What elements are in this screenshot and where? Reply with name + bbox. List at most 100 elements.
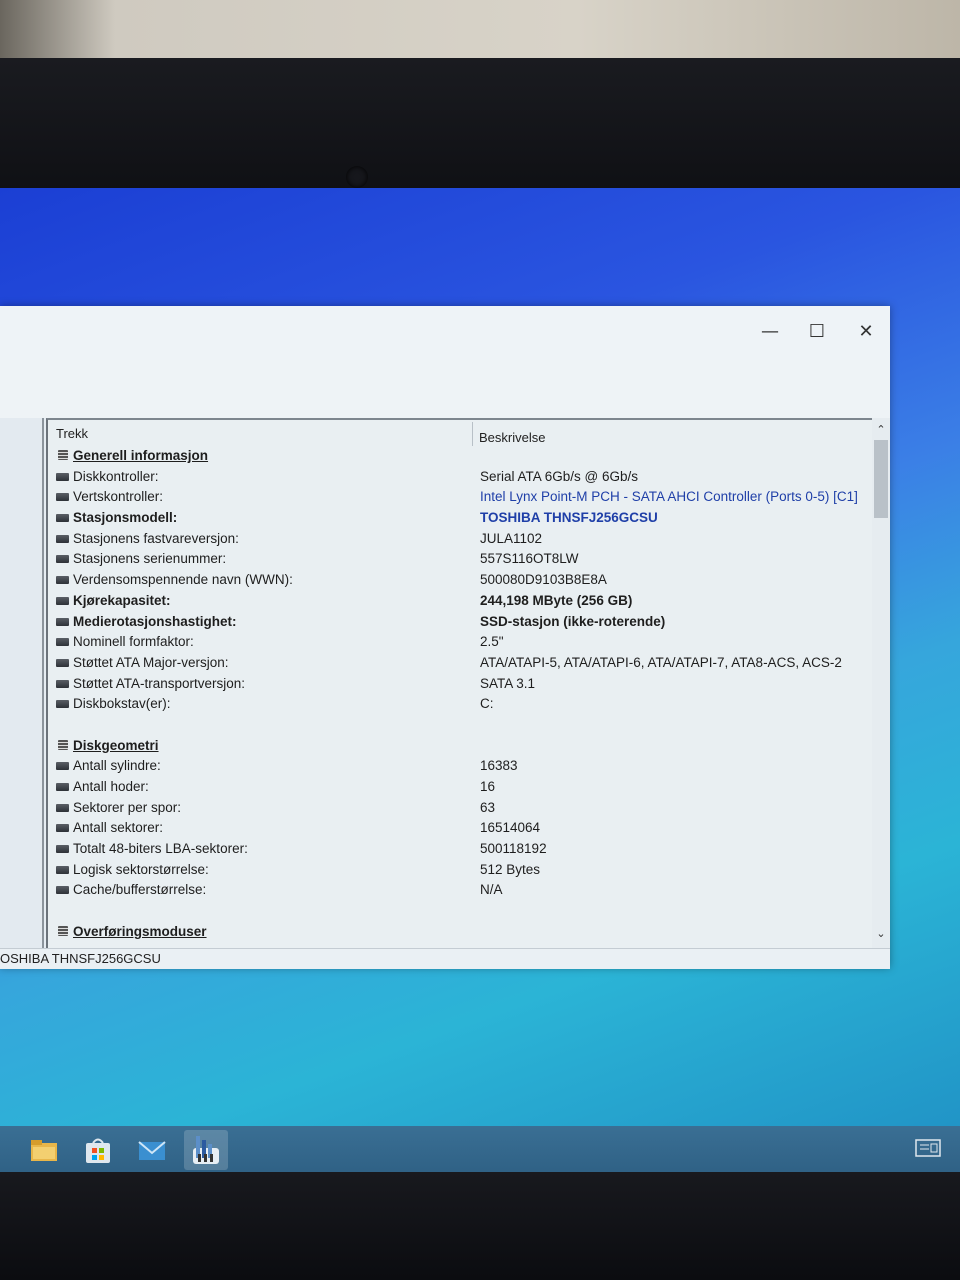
property-label: Vertskontroller: [73, 489, 164, 505]
property-value: 16514064 [480, 820, 541, 836]
property-row[interactable]: Cache/bufferstørrelse: N/A [54, 880, 874, 901]
title-bar: — ☐ ✕ [0, 306, 890, 361]
drive-icon [56, 493, 69, 502]
property-row[interactable]: Støttet ATA-transportversjon: SATA 3.1 [54, 674, 874, 695]
column-separator[interactable] [472, 422, 473, 446]
maximize-button[interactable]: ☐ [797, 314, 837, 348]
property-row[interactable]: Medierotasjonshastighet: SSD-stasjon (ikk… [54, 612, 874, 633]
property-value: C: [480, 696, 494, 712]
section-header[interactable]: Diskgeometri [54, 736, 874, 757]
property-value: ATA/ATAPI-5, ATA/ATAPI-6, ATA/ATAPI-7, A… [480, 654, 842, 670]
property-value: 63 [480, 799, 496, 815]
property-row[interactable]: Totalt 48-biters LBA-sektorer: 500118192 [54, 839, 874, 860]
property-label: Verdensomspennende navn (WWN): [73, 572, 293, 588]
close-button[interactable]: ✕ [846, 314, 886, 348]
property-label: Stasjonsmodell: [73, 510, 178, 526]
drive-icon [56, 638, 69, 647]
property-value: 500080D9103B8E8A [480, 572, 607, 588]
status-text: OSHIBA THNSFJ256GCSU [0, 951, 161, 966]
property-label: Støttet ATA-transportversjon: [73, 675, 246, 691]
app-window: — ☐ ✕ Trekk Beskrivelse Generell informa… [0, 306, 890, 969]
taskbar [0, 1126, 960, 1174]
property-value: 244,198 MByte (256 GB) [480, 592, 633, 608]
scroll-up-button[interactable]: ⌃ [872, 420, 890, 438]
property-row[interactable]: Antall hoder: 16 [54, 777, 874, 798]
notifications-icon[interactable] [915, 1138, 941, 1158]
desktop-screen: — ☐ ✕ Trekk Beskrivelse Generell informa… [0, 188, 960, 1176]
property-value: SSD-stasjon (ikke-roterende) [480, 613, 666, 629]
drive-icon [56, 658, 69, 667]
toolbar [0, 360, 890, 418]
details-list: Trekk Beskrivelse Generell informasjon Di… [46, 418, 874, 950]
property-value: Intel Lynx Point-M PCH - SATA AHCI Contr… [480, 489, 858, 505]
spacer-row [54, 715, 874, 736]
store-icon[interactable] [82, 1134, 114, 1166]
property-row[interactable]: Stasjonsmodell: TOSHIBA THNSFJ256GCSU [54, 508, 874, 529]
property-label: Nominell formfaktor: [73, 634, 194, 650]
drive-icon [56, 865, 69, 874]
drive-icon [56, 783, 69, 791]
drive-icon [56, 824, 69, 833]
property-label: Sektorer per spor: [73, 799, 182, 815]
vertical-scrollbar[interactable]: ⌃ ⌄ [872, 418, 890, 948]
property-label: Logisk sektorstørrelse: [73, 861, 209, 877]
property-row[interactable]: Antall sylindre: 16383 [54, 756, 874, 777]
property-row[interactable]: Verdensomspennende navn (WWN): 500080D910… [54, 570, 874, 591]
property-value: 512 Bytes [480, 861, 541, 877]
column-header-feature[interactable]: Trekk [56, 426, 88, 441]
laptop-bezel-top [0, 58, 960, 193]
property-label: Kjørekapasitet: [73, 592, 171, 608]
property-label: Diskbokstav(er): [73, 696, 171, 712]
drive-icon [56, 555, 69, 564]
benchmark-app-icon[interactable] [184, 1130, 228, 1170]
drive-icon [56, 700, 69, 709]
property-row[interactable]: Antall sektorer: 16514064 [54, 818, 874, 839]
scroll-thumb[interactable] [874, 440, 888, 518]
drive-icon [56, 762, 69, 771]
drive-icon [56, 886, 69, 895]
laptop-bezel-bottom [0, 1172, 960, 1280]
drive-icon [56, 596, 69, 605]
property-label: Generell informasjon [73, 448, 209, 463]
property-label: Medierotasjonshastighet: [73, 613, 237, 629]
property-label: Støttet ATA Major-versjon: [73, 654, 229, 670]
property-value: N/A [480, 882, 503, 898]
property-value: 16383 [480, 758, 518, 774]
property-label: Stasjonens serienummer: [73, 551, 227, 567]
property-label: Cache/bufferstørrelse: [73, 882, 207, 898]
property-label: Diskgeometri [73, 737, 159, 753]
property-row[interactable]: Diskkontroller: Serial ATA 6Gb/s @ 6Gb/s [54, 467, 874, 488]
property-row[interactable]: Stasjonens serienummer: 557S116OT8LW [54, 549, 874, 570]
scroll-down-button[interactable]: ⌄ [872, 924, 890, 942]
section-icon [58, 925, 68, 936]
property-row[interactable]: Støttet ATA Major-versjon: ATA/ATAPI-5, A… [54, 653, 874, 674]
section-header[interactable]: Overføringsmoduser [54, 922, 874, 943]
property-row[interactable]: Sektorer per spor: 63 [54, 798, 874, 819]
drive-icon [56, 534, 69, 543]
property-row[interactable]: Nominell formfaktor: 2.5" [54, 632, 874, 653]
property-row[interactable]: Logisk sektorstørrelse: 512 Bytes [54, 860, 874, 881]
property-value: JULA1102 [480, 530, 543, 546]
section-icon [58, 739, 68, 750]
property-value: 2.5" [480, 634, 504, 650]
drive-icon [56, 576, 69, 585]
file-explorer-icon[interactable] [28, 1134, 60, 1166]
details-rows: Generell informasjon Diskkontroller: Seria… [54, 446, 874, 943]
property-label: Totalt 48-biters LBA-sektorer: [73, 841, 248, 857]
property-row[interactable]: Diskbokstav(er): C: [54, 694, 874, 715]
drive-icon [56, 472, 69, 481]
property-row[interactable]: Kjørekapasitet: 244,198 MByte (256 GB) [54, 591, 874, 612]
navigation-pane[interactable] [0, 418, 44, 948]
column-header-description[interactable]: Beskrivelse [479, 430, 545, 445]
drive-icon [56, 845, 69, 854]
status-bar: OSHIBA THNSFJ256GCSU [0, 948, 890, 969]
webcam [346, 166, 368, 188]
section-header[interactable]: Generell informasjon [54, 446, 874, 467]
mail-icon[interactable] [136, 1134, 168, 1166]
property-value: Serial ATA 6Gb/s @ 6Gb/s [480, 468, 639, 484]
property-row[interactable]: Stasjonens fastvareversjon: JULA1102 [54, 529, 874, 550]
property-row[interactable]: Vertskontroller: Intel Lynx Point-M PCH -… [54, 487, 874, 508]
drive-icon [56, 679, 69, 688]
minimize-button[interactable]: — [750, 314, 790, 348]
property-value: TOSHIBA THNSFJ256GCSU [480, 510, 658, 526]
